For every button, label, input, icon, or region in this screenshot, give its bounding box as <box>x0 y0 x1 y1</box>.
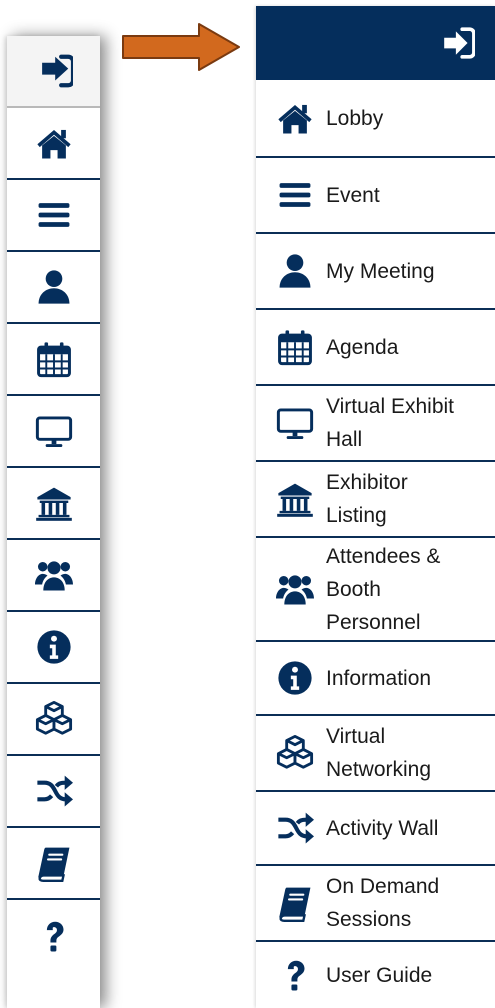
monitor-icon <box>274 403 316 443</box>
monitor-icon <box>35 412 73 450</box>
collapsed-item-user-guide[interactable] <box>7 900 100 972</box>
sidebar-item-my-meeting[interactable]: My Meeting <box>256 234 495 310</box>
sidebar-item-label: On Demand Sessions <box>326 875 440 931</box>
sidebar-item-label: Event <box>326 183 380 207</box>
random-icon <box>274 808 316 848</box>
collapsed-sidebar <box>7 36 100 1008</box>
collapsed-item-event[interactable] <box>7 180 100 252</box>
collapsed-item-activity-wall[interactable] <box>7 756 100 828</box>
sidebar-item-activity-wall[interactable]: Activity Wall <box>256 792 495 866</box>
arrow-right-icon <box>122 23 240 71</box>
cubes-icon <box>274 733 316 773</box>
collapsed-item-lobby[interactable] <box>7 108 100 180</box>
user-icon <box>274 251 316 291</box>
home-icon <box>35 124 73 162</box>
collapsed-item-virtual-exhibit-hall[interactable] <box>7 396 100 468</box>
collapsed-expand-button[interactable] <box>7 36 100 108</box>
sidebar-item-on-demand-sessions[interactable]: On Demand Sessions <box>256 866 495 942</box>
sidebar-item-virtual-exhibit-hall[interactable]: Virtual Exhibit Hall <box>256 386 495 462</box>
question-icon <box>274 955 316 995</box>
collapsed-item-virtual-networking[interactable] <box>7 684 100 756</box>
sidebar-item-label: Virtual Networking <box>326 725 432 781</box>
sidebar-item-virtual-networking[interactable]: Virtual Networking <box>256 716 495 792</box>
sidebar-item-user-guide[interactable]: User Guide <box>256 942 495 1008</box>
calendar-icon <box>35 340 73 378</box>
bars-icon <box>35 196 73 234</box>
sidebar-item-label: Agenda <box>326 335 399 359</box>
cubes-icon <box>35 700 73 738</box>
book-icon <box>274 883 316 923</box>
bank-icon <box>274 479 316 519</box>
random-icon <box>35 772 73 810</box>
sidebar-item-lobby[interactable]: Lobby <box>256 80 495 158</box>
sign-out-icon <box>35 52 73 90</box>
bank-icon <box>35 484 73 522</box>
sidebar-item-label: My Meeting <box>326 259 435 283</box>
sidebar-item-agenda[interactable]: Agenda <box>256 310 495 386</box>
expanded-sidebar: Lobby Event My Meeting Agenda Virtual Ex… <box>256 6 495 1008</box>
sidebar-item-exhibitor-listing[interactable]: Exhibitor Listing <box>256 462 495 538</box>
info-icon <box>35 628 73 666</box>
collapsed-item-on-demand-sessions[interactable] <box>7 828 100 900</box>
sidebar-item-information[interactable]: Information <box>256 642 495 716</box>
user-icon <box>35 268 73 306</box>
collapsed-item-agenda[interactable] <box>7 324 100 396</box>
bars-icon <box>274 175 316 215</box>
collapsed-item-exhibitor-listing[interactable] <box>7 468 100 540</box>
sidebar-item-event[interactable]: Event <box>256 158 495 234</box>
sidebar-item-label: Exhibitor Listing <box>326 471 408 527</box>
calendar-icon <box>274 327 316 367</box>
sidebar-item-label: Attendees & Booth Personnel <box>326 544 441 634</box>
sidebar-item-label: Activity Wall <box>326 816 439 840</box>
sidebar-header <box>256 6 495 80</box>
home-icon <box>274 98 316 138</box>
question-icon <box>35 917 73 955</box>
sign-in-icon <box>441 26 495 60</box>
sidebar-item-label: User Guide <box>326 963 433 987</box>
book-icon <box>35 844 73 882</box>
collapsed-item-my-meeting[interactable] <box>7 252 100 324</box>
users-icon <box>274 569 316 609</box>
sidebar-item-label: Information <box>326 666 432 690</box>
sidebar-item-label: Lobby <box>326 106 384 130</box>
sidebar-item-attendees[interactable]: Attendees & Booth Personnel <box>256 538 495 642</box>
info-icon <box>274 658 316 698</box>
sidebar-item-label: Virtual Exhibit Hall <box>326 395 455 451</box>
users-icon <box>34 556 73 594</box>
collapsed-item-attendees[interactable] <box>7 540 100 612</box>
collapsed-item-information[interactable] <box>7 612 100 684</box>
collapse-button[interactable] <box>441 26 495 60</box>
